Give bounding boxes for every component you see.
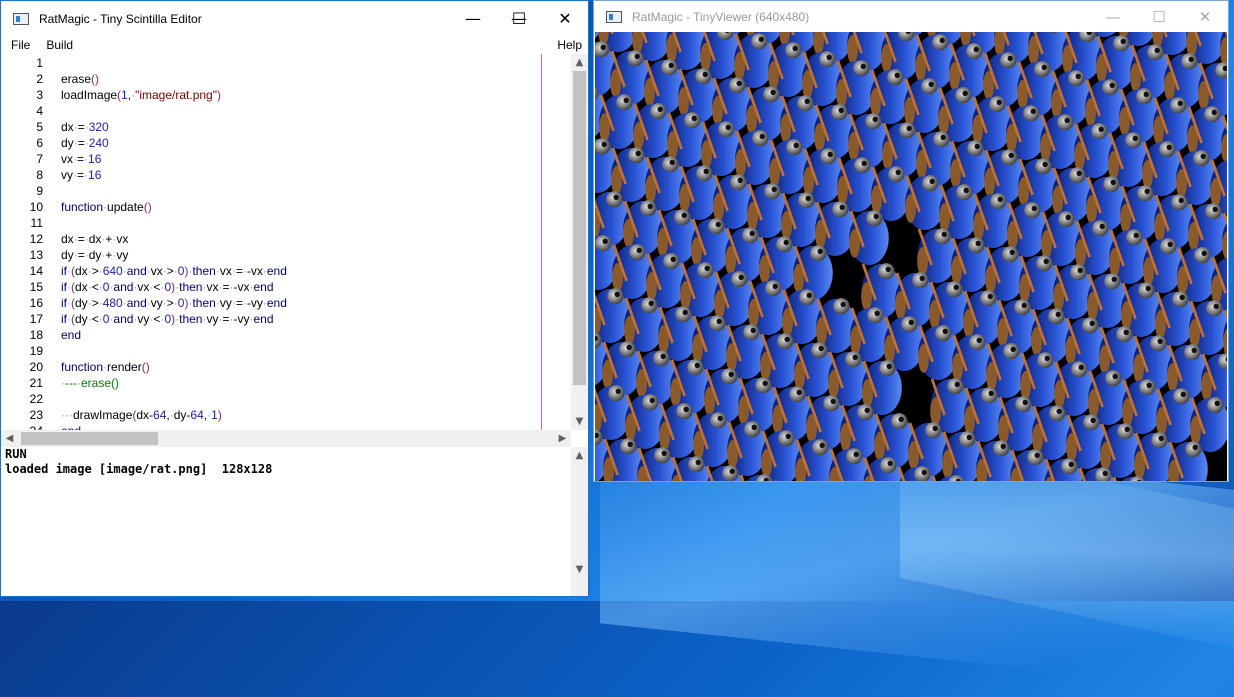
line-number: 10 [30, 200, 43, 214]
editor-window: RatMagic - Tiny Scintilla Editor — — ☐ ✕… [0, 0, 589, 597]
line-number: 13 [30, 248, 43, 262]
minimize-icon: — [465, 9, 481, 28]
output-vertical-scrollbar[interactable]: ▲ ▼ [571, 447, 588, 578]
line-number: 16 [30, 296, 43, 310]
scroll-right-icon[interactable]: ▶ [554, 430, 571, 447]
viewer-app-icon [606, 11, 622, 23]
viewer-maximize-button[interactable]: ☐ [1136, 1, 1182, 32]
code-line[interactable]: end [61, 328, 81, 342]
code-line[interactable]: dy·=·240 [61, 136, 109, 150]
code-line[interactable]: if·(dx·<·0·and·vx·<·0)·then·vx·=·-vx·end [61, 280, 274, 294]
viewer-close-button[interactable]: ✕ [1182, 1, 1228, 32]
line-number: 15 [30, 280, 43, 294]
app-window-icon [13, 13, 29, 25]
menu-build[interactable]: Build [36, 38, 79, 52]
rat-trail-rendering [595, 32, 1227, 481]
viewer-window: RatMagic - TinyViewer (640x480) — ☐ ✕ [593, 0, 1229, 482]
code-line[interactable]: dx·=·320 [61, 120, 109, 134]
line-number: 6 [36, 136, 43, 150]
viewer-title: RatMagic - TinyViewer (640x480) [632, 10, 809, 24]
scrollbar-corner [571, 578, 588, 596]
edge-column-line [541, 54, 542, 430]
line-number: 18 [30, 328, 43, 342]
code-line[interactable]: ···drawImage(dx-64,·dy-64,·1) [61, 408, 222, 422]
editor-title: RatMagic - Tiny Scintilla Editor [39, 12, 202, 26]
editor-maximize-button[interactable]: ☐ [496, 1, 542, 36]
code-line[interactable]: function·update() [61, 200, 152, 214]
code-line[interactable]: vy·=·16 [61, 168, 101, 182]
code-line[interactable]: function·render() [61, 360, 150, 374]
line-number: 5 [36, 120, 43, 134]
code-line[interactable]: ·---·erase() [61, 376, 119, 390]
line-number: 1 [36, 56, 43, 70]
line-number: 9 [36, 184, 43, 198]
scroll-down-icon[interactable]: ▼ [571, 413, 588, 430]
line-number: 3 [36, 88, 43, 102]
editor-hscroll-thumb[interactable] [21, 432, 158, 445]
code-line[interactable]: erase() [61, 72, 99, 86]
editor-vertical-scrollbar[interactable]: ▲ ▼ [571, 54, 588, 430]
line-number: 2 [36, 72, 43, 86]
code-line[interactable]: loadImage(1,·"image/rat.png") [61, 88, 221, 102]
code-line[interactable]: if·(dy·<·0·and·vy·<·0)·then·vy·=·-vy·end [61, 312, 274, 326]
line-number: 7 [36, 152, 43, 166]
line-number: 12 [30, 232, 43, 246]
render-canvas[interactable] [595, 32, 1227, 481]
code-line[interactable]: if·(dy·>·480·and·vy·>·0)·then·vy·=·-vy·e… [61, 296, 287, 310]
output-line: loaded image [image/rat.png] 128x128 [5, 462, 272, 476]
close-icon: ✕ [1199, 8, 1212, 26]
viewer-minimize-button[interactable]: — [1090, 1, 1136, 32]
line-number: 23 [30, 408, 43, 422]
code-line[interactable]: dy·=·dy·+·vy [61, 248, 128, 262]
minimize-icon: — [1106, 8, 1121, 26]
line-number: 8 [36, 168, 43, 182]
output-line: RUN [5, 447, 27, 461]
line-number: 20 [30, 360, 43, 374]
menu-help[interactable]: Help [557, 38, 582, 52]
code-line[interactable]: dx·=·dx·+·vx [61, 232, 128, 246]
code-line[interactable]: vx·=·16 [61, 152, 101, 166]
output-scroll-up-icon[interactable]: ▲ [571, 447, 588, 464]
line-number-gutter: 123456789101112131415161718192021222324 [1, 54, 47, 430]
close-icon: ✕ [558, 9, 571, 28]
menu-file[interactable]: File [1, 38, 36, 52]
line-number: 14 [30, 264, 43, 278]
editor-horizontal-scrollbar[interactable]: ◀ ▶ [1, 430, 571, 447]
maximize-icon: ☐ [1152, 8, 1165, 26]
output-console[interactable]: RUNloaded image [image/rat.png] 128x128 [1, 447, 571, 596]
maximize-icon: ☐ [512, 9, 526, 28]
scroll-up-icon[interactable]: ▲ [571, 54, 588, 71]
line-number: 22 [30, 392, 43, 406]
line-number: 19 [30, 344, 43, 358]
line-number: 11 [31, 216, 43, 230]
editor-minimize-button[interactable]: — [450, 1, 496, 36]
output-scroll-down-icon[interactable]: ▼ [571, 561, 588, 578]
line-number: 4 [36, 104, 43, 118]
editor-close-button[interactable]: ✕ [542, 1, 588, 36]
code-editor[interactable]: 123456789101112131415161718192021222324 … [1, 54, 571, 430]
line-number: 17 [30, 312, 43, 326]
editor-vscroll-thumb[interactable] [573, 71, 586, 385]
line-number: 21 [30, 376, 43, 390]
scroll-left-icon[interactable]: ◀ [1, 430, 18, 447]
code-line[interactable]: if·(dx·>·640·and·vx·>·0)·then·vx·=·-vx·e… [61, 264, 287, 278]
menubar: File Build Help [1, 36, 588, 54]
